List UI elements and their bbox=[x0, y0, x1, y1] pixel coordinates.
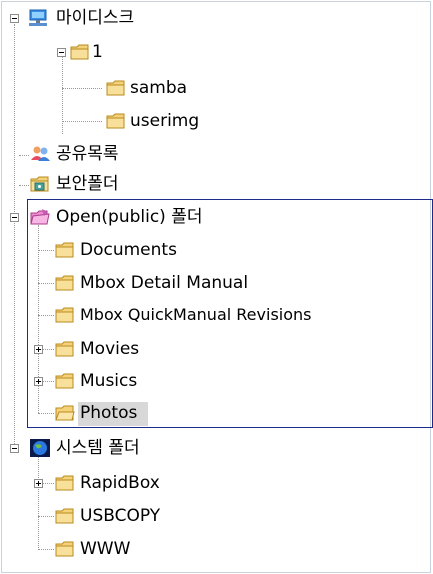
globe-icon bbox=[30, 439, 50, 457]
open-folder-icon bbox=[55, 405, 75, 421]
folder-icon bbox=[55, 373, 74, 389]
tree-node-label: 1 bbox=[92, 42, 103, 62]
folder-icon bbox=[106, 80, 125, 96]
tree-node-label: Musics bbox=[80, 371, 138, 391]
tree-node-movies[interactable]: Movies bbox=[0, 335, 430, 363]
tree-node-label: Photos bbox=[80, 403, 138, 423]
tree-node-1[interactable]: 1 bbox=[0, 38, 430, 66]
tree-node-photos[interactable]: Photos bbox=[0, 399, 430, 427]
tree-node-label: 보안폴더 bbox=[56, 174, 119, 194]
tree-node-label: WWW bbox=[80, 539, 131, 559]
tree-node-system-folder[interactable]: 시스템 폴더 bbox=[0, 434, 430, 462]
tree-node-www[interactable]: WWW bbox=[0, 535, 430, 563]
folder-icon bbox=[55, 341, 74, 357]
tree-node-label: Movies bbox=[80, 339, 140, 359]
tree-node-label: USBCOPY bbox=[80, 506, 161, 526]
tree-node-secure-folder[interactable]: 보안폴더 bbox=[0, 170, 430, 198]
tree-node-label: 시스템 폴더 bbox=[56, 438, 140, 458]
tree-node-samba[interactable]: samba bbox=[0, 74, 430, 102]
tree-node-label: samba bbox=[130, 78, 188, 98]
folder-icon bbox=[55, 475, 74, 491]
expand-toggle[interactable] bbox=[34, 479, 43, 488]
folder-icon bbox=[55, 541, 74, 557]
tree-node-mbox-detail-manual[interactable]: Mbox Detail Manual bbox=[0, 269, 430, 297]
expand-toggle[interactable] bbox=[34, 377, 43, 386]
tree-node-label: userimg bbox=[130, 111, 200, 131]
open-folder-icon bbox=[30, 209, 50, 225]
tree-node-label: 마이디스크 bbox=[56, 8, 135, 28]
tree-node-my-disk[interactable]: 마이디스크 bbox=[0, 4, 430, 32]
tree-node-usbcopy[interactable]: USBCOPY bbox=[0, 502, 430, 530]
tree-node-documents[interactable]: Documents bbox=[0, 236, 430, 264]
tree-node-public-folder[interactable]: Open(public) 폴더 bbox=[0, 203, 430, 231]
tree-node-musics[interactable]: Musics bbox=[0, 367, 430, 395]
tree-node-rapidbox[interactable]: RapidBox bbox=[0, 469, 430, 497]
secure-folder-icon bbox=[30, 176, 49, 192]
folder-icon bbox=[106, 113, 125, 129]
tree-node-label: Mbox QuickManual Revisions bbox=[80, 305, 312, 324]
tree-node-label: 공유목록 bbox=[56, 144, 119, 164]
collapse-toggle[interactable] bbox=[10, 213, 19, 222]
tree-node-userimg[interactable]: userimg bbox=[0, 107, 430, 135]
folder-icon bbox=[70, 44, 89, 60]
tree-node-label: Mbox Detail Manual bbox=[80, 273, 249, 293]
tree-node-label: Documents bbox=[80, 240, 177, 260]
tree-node-mbox-quickmanual[interactable]: Mbox QuickManual Revisions bbox=[0, 301, 430, 329]
folder-icon bbox=[55, 307, 74, 323]
folder-icon bbox=[55, 508, 74, 524]
collapse-toggle[interactable] bbox=[10, 14, 19, 23]
folder-icon bbox=[55, 275, 74, 291]
tree-node-label: RapidBox bbox=[80, 473, 160, 493]
tree-node-shared-list[interactable]: 공유목록 bbox=[0, 140, 430, 168]
collapse-toggle[interactable] bbox=[10, 444, 19, 453]
users-icon bbox=[31, 146, 50, 161]
expand-toggle[interactable] bbox=[34, 345, 43, 354]
folder-icon bbox=[55, 242, 74, 258]
network-computer-icon bbox=[29, 9, 47, 26]
collapse-toggle[interactable] bbox=[57, 48, 66, 57]
tree-node-label: Open(public) 폴더 bbox=[56, 207, 203, 227]
